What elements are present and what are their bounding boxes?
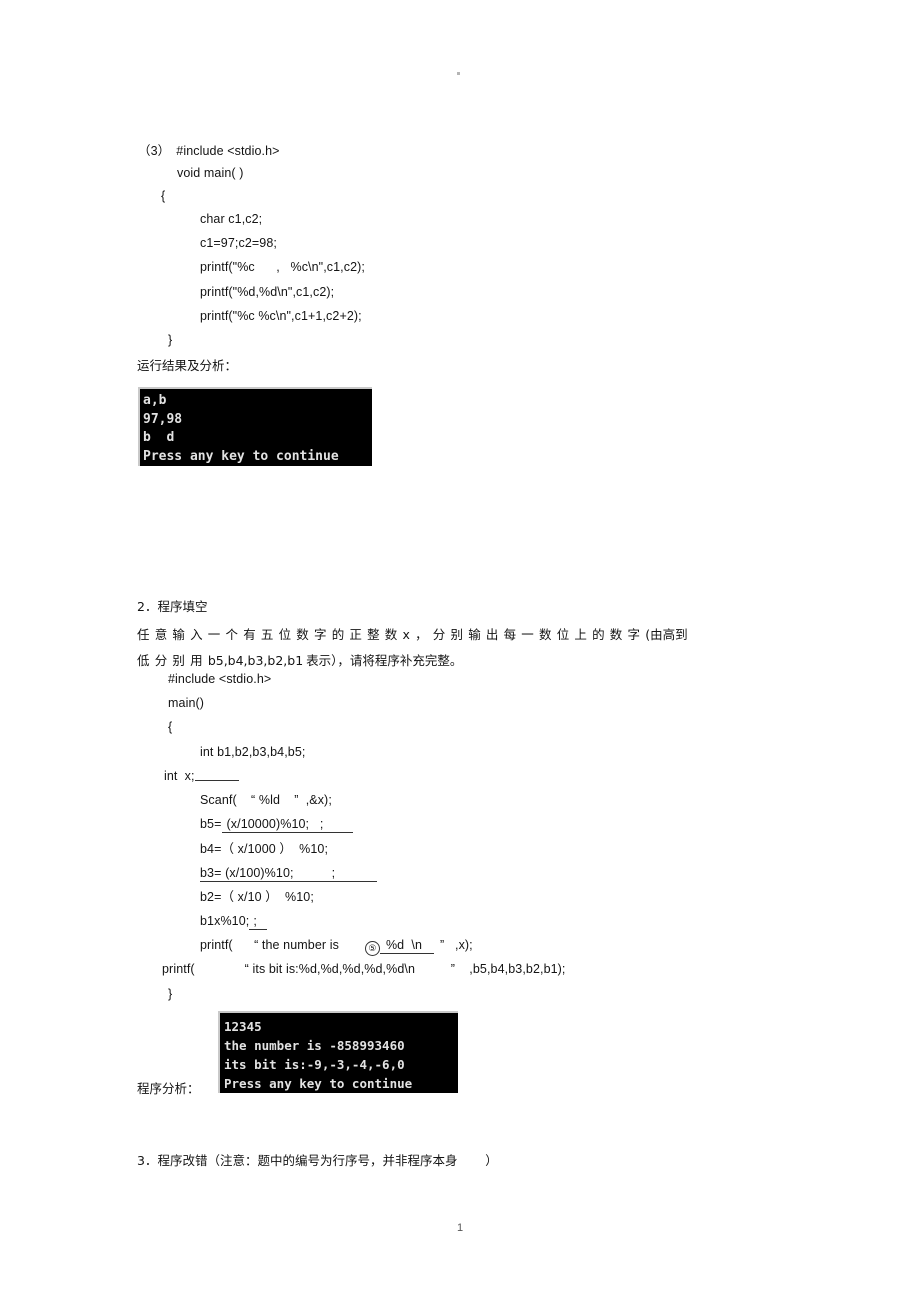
- code3-line-include: （3） #include <stdio.h>: [138, 145, 280, 158]
- code3-line-char-decl: char c1,c2;: [200, 212, 263, 226]
- code2-line-b5: b5= (x/10000)%10; ;: [200, 817, 354, 833]
- code2-line-open-brace: {: [168, 720, 173, 734]
- code3-line-close-brace: }: [168, 333, 173, 347]
- section2-heading: 2．程序填空: [137, 599, 208, 614]
- code2-printf-prefix: printf( “ the number is: [200, 938, 339, 952]
- code3-line-assign: c1=97;c2=98;: [200, 236, 277, 250]
- console-output-2: 12345 the number is -858993460 its bit i…: [218, 1011, 458, 1093]
- code2-b3-fill: ;: [293, 867, 378, 882]
- code2-printf-fill: %d \n: [379, 939, 435, 954]
- console1-line-4: Press any key to continue: [143, 448, 339, 464]
- blank-marker-5-icon: ⑤: [364, 941, 380, 956]
- code2-line-int-decl: int b1,b2,b3,b4,b5;: [200, 745, 306, 759]
- code3-line-printf-c: printf("%c , %c\n",c1,c2);: [200, 260, 365, 274]
- paragraph-line1-main: 任意输入一个有五位数字的正整数x，分别输出每一数位上的数字: [137, 627, 646, 642]
- section2-paragraph: 任意输入一个有五位数字的正整数x，分别输出每一数位上的数字(由高到 低分别用b5…: [137, 622, 785, 674]
- code2-line-scanf: Scanf( “ %ld ” ,&x);: [200, 793, 332, 807]
- document-page: （3） #include <stdio.h> void main( ) { cha…: [0, 0, 920, 1303]
- console1-line-1: a,b: [143, 393, 167, 408]
- console2-line-3: its bit is:-9,-3,-4,-6,0: [224, 1057, 405, 1072]
- code2-line-int-x: int x;: [164, 769, 239, 783]
- code3-label: （3）: [138, 144, 171, 158]
- code2-b3-text: b3= (x/100)%10;: [200, 866, 294, 882]
- code2-line-printf-number: printf( “ the number is ⑤ %d \n ” ,x);: [200, 939, 473, 956]
- section3-heading: 3．程序改错（注意：题中的编号为行序号，并非程序本身 ）: [137, 1153, 498, 1168]
- code2-b5-label: b5=: [200, 817, 222, 831]
- code2-line-b2: b2=（ x/10 ） %10;: [200, 890, 314, 904]
- code2-line-main: main(): [168, 696, 205, 710]
- code2-line-b1: b1x%10;;: [200, 915, 267, 930]
- code2-b1-fill: ;: [249, 915, 267, 930]
- code3-include-text: #include <stdio.h>: [176, 144, 280, 158]
- code2-int-x-text: int x;: [164, 769, 195, 783]
- code2-line-b4: b4=（ x/1000 ） %10;: [200, 842, 329, 856]
- console-output-1: a,b 97,98 b d Press any key to continue: [138, 387, 372, 466]
- paragraph-line1-tail: (由高到: [645, 627, 688, 642]
- code2-line-close-brace: }: [168, 987, 173, 1001]
- code3-line-open-brace: {: [161, 189, 166, 203]
- code3-line-printf-d: printf("%d,%d\n",c1,c2);: [200, 285, 335, 299]
- paragraph-line2-tail: 表示），请将程序补充完整。: [306, 653, 463, 668]
- console2-line-1: 12345: [224, 1019, 262, 1034]
- code2-line-printf-bits: printf( “ its bit is:%d,%d,%d,%d,%d\n ” …: [162, 962, 566, 976]
- console1-line-2: 97,98: [143, 411, 183, 427]
- code3-line-main: void main( ): [177, 166, 244, 180]
- result-label: 运行结果及分析：: [137, 358, 238, 373]
- code3-line-printf-cc: printf("%c %c\n",c1+1,c2+2);: [200, 309, 362, 323]
- console2-line-4: Press any key to continue: [224, 1076, 413, 1091]
- paragraph-line2-vars: b5,b4,b3,b2,b1: [207, 653, 304, 668]
- code2-b1-text: b1x%10;: [200, 914, 250, 928]
- code2-printf-suffix: ” ,x);: [440, 938, 473, 952]
- console1-line-3: b d: [143, 430, 175, 445]
- page-number: 1: [456, 1222, 464, 1234]
- paragraph-line2-main: 低分别用: [137, 653, 208, 668]
- top-page-mark: [457, 72, 460, 75]
- code2-line-include: #include <stdio.h>: [168, 672, 272, 686]
- code2-b5-fill: (x/10000)%10; ;: [221, 818, 354, 833]
- console2-line-2: the number is -858993460: [224, 1038, 405, 1053]
- code2-line-b3: b3= (x/100)%10;;: [200, 866, 378, 882]
- code2-int-x-blank: [194, 769, 239, 781]
- analysis-label: 程序分析：: [137, 1081, 200, 1096]
